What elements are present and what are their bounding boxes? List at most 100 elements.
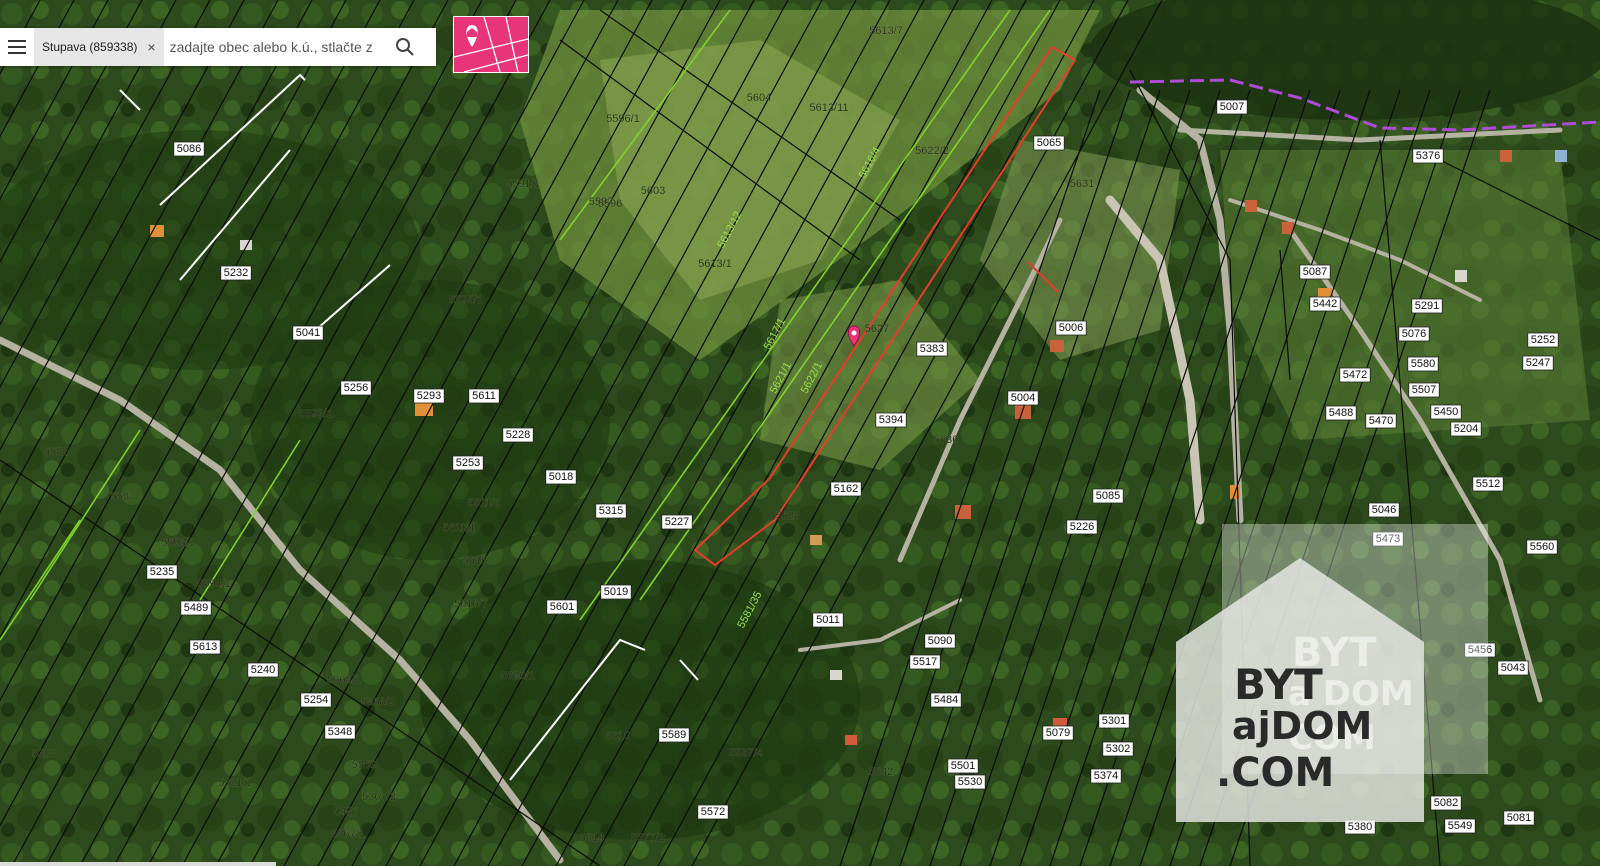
svg-text:5302: 5302	[1106, 743, 1130, 755]
svg-text:5065: 5065	[1037, 137, 1061, 149]
svg-text:5631: 5631	[1070, 178, 1094, 190]
parcel-label: 5610	[606, 730, 631, 743]
search-toolbar: Stupava (859338) ×	[0, 28, 436, 66]
svg-text:5087: 5087	[1303, 266, 1327, 278]
svg-text:5086: 5086	[177, 143, 201, 155]
parcel-label: 5254	[300, 692, 332, 708]
svg-text:5601: 5601	[550, 601, 574, 613]
scale-bar	[0, 862, 276, 866]
chip-close-icon[interactable]: ×	[147, 39, 155, 55]
svg-text:5572: 5572	[701, 806, 725, 818]
svg-text:5512: 5512	[1476, 478, 1500, 490]
svg-text:5596/1: 5596/1	[606, 113, 640, 125]
svg-text:5076: 5076	[1402, 328, 1426, 340]
parcel-label: 5596/1	[606, 113, 640, 126]
parcel-label: 5087	[1299, 264, 1331, 280]
svg-text:5228: 5228	[506, 429, 530, 441]
parcel-label: 5620/1	[501, 670, 535, 683]
parcel-label: 5308	[32, 748, 57, 761]
parcel-layer-toggle-button[interactable]	[453, 16, 529, 73]
svg-text:5011: 5011	[816, 614, 840, 626]
parcel-label: 5301	[1098, 713, 1130, 729]
parcel-label: 5081	[1503, 810, 1535, 826]
svg-text:5613/1: 5613/1	[698, 258, 732, 270]
svg-text:5620/1: 5620/1	[501, 670, 535, 682]
parcel-label: 5613/7	[869, 25, 903, 38]
parcel-label: 5046	[1368, 502, 1400, 518]
svg-text:5204: 5204	[1454, 423, 1478, 435]
cadastral-area-chip[interactable]: Stupava (859338) ×	[34, 28, 164, 66]
svg-text:5291: 5291	[1415, 300, 1439, 312]
parcel-label: 5489	[180, 600, 212, 616]
parcel-label: 5450	[1430, 404, 1462, 420]
svg-text:5041: 5041	[296, 327, 320, 339]
parcel-label: 5369	[352, 759, 377, 772]
parcel-label: 5394	[875, 412, 907, 428]
watermark-line-3: .COM	[1216, 750, 1335, 796]
svg-text:5582: 5582	[44, 446, 68, 458]
parcel-label: 5253	[452, 455, 484, 471]
parcel-label: 5537/4	[729, 747, 763, 760]
parcel-label: 5090	[924, 633, 956, 649]
svg-text:5596: 5596	[598, 198, 622, 210]
svg-text:5227: 5227	[665, 516, 689, 528]
parcel-label: 5293	[413, 388, 445, 404]
svg-text:5604: 5604	[747, 92, 771, 104]
parcel-label: 5577/2	[631, 832, 665, 845]
parcel-label: 5256	[340, 380, 372, 396]
parcel-label: 5367/1	[331, 828, 365, 841]
parcel-label: 5507	[1408, 382, 1440, 398]
parcel-label: 5614	[580, 832, 605, 845]
svg-text:5374: 5374	[1094, 770, 1118, 782]
search-input[interactable]	[163, 29, 390, 65]
watermark-logo: BYT a DOM COM BYT ajDOM .COM	[1176, 522, 1488, 826]
parcel-label: 5484	[930, 692, 962, 708]
svg-text:5368/2: 5368/2	[361, 696, 395, 708]
parcel-label: 5162	[830, 481, 862, 497]
svg-text:5611/2: 5611/2	[468, 497, 501, 509]
parcel-label: 5530	[954, 774, 986, 790]
parcel-label: 5011	[812, 612, 844, 628]
svg-text:5376: 5376	[1416, 150, 1440, 162]
svg-text:5595/1: 5595/1	[449, 294, 483, 306]
svg-text:5247: 5247	[1526, 357, 1550, 369]
svg-text:5162: 5162	[834, 483, 858, 495]
parcel-label: 5376	[1412, 148, 1444, 164]
svg-text:5253: 5253	[456, 457, 480, 469]
parcel-label: 5321/1	[218, 777, 252, 790]
parcel-label: 5592/1	[299, 408, 333, 421]
svg-text:5081: 5081	[1507, 812, 1531, 824]
svg-text:5487: 5487	[334, 806, 358, 818]
svg-text:5577/2: 5577/2	[631, 832, 665, 844]
search-icon[interactable]	[390, 28, 420, 66]
svg-text:5348: 5348	[328, 726, 352, 738]
parcel-label: 5383	[916, 341, 948, 357]
svg-text:5254: 5254	[304, 694, 328, 706]
parcel-label: 5587	[111, 491, 136, 504]
parcel-label: 5247	[1522, 355, 1554, 371]
svg-text:5018: 5018	[549, 471, 573, 483]
svg-text:5613/11: 5613/11	[810, 102, 849, 114]
parcel-label: 5041	[292, 325, 324, 341]
svg-text:5308: 5308	[32, 748, 56, 760]
parcel-label: 5582	[44, 446, 69, 459]
parcel-label: 5628	[776, 510, 801, 523]
parcel-label: 5232	[220, 265, 252, 281]
svg-text:5615: 5615	[463, 555, 487, 567]
svg-text:5594/1: 5594/1	[197, 578, 231, 590]
parcel-label: 5374	[1090, 768, 1122, 784]
parcel-layer-icon	[453, 16, 529, 73]
svg-text:5019: 5019	[604, 586, 628, 598]
svg-text:5368/1: 5368/1	[327, 674, 361, 686]
hamburger-menu-icon[interactable]	[0, 28, 34, 66]
svg-text:5293: 5293	[417, 390, 441, 402]
svg-text:5642: 5642	[869, 766, 893, 778]
svg-text:5046: 5046	[1372, 504, 1396, 516]
parcel-label: 5065	[1033, 135, 1065, 151]
parcel-label: 5043	[1497, 660, 1529, 676]
parcel-label: 5368/2	[361, 696, 395, 709]
parcel-label: 5240	[247, 662, 279, 678]
parcel-label: 5560	[1526, 539, 1558, 555]
parcel-label: 5235	[146, 564, 178, 580]
parcel-label: 5580	[1407, 356, 1439, 372]
